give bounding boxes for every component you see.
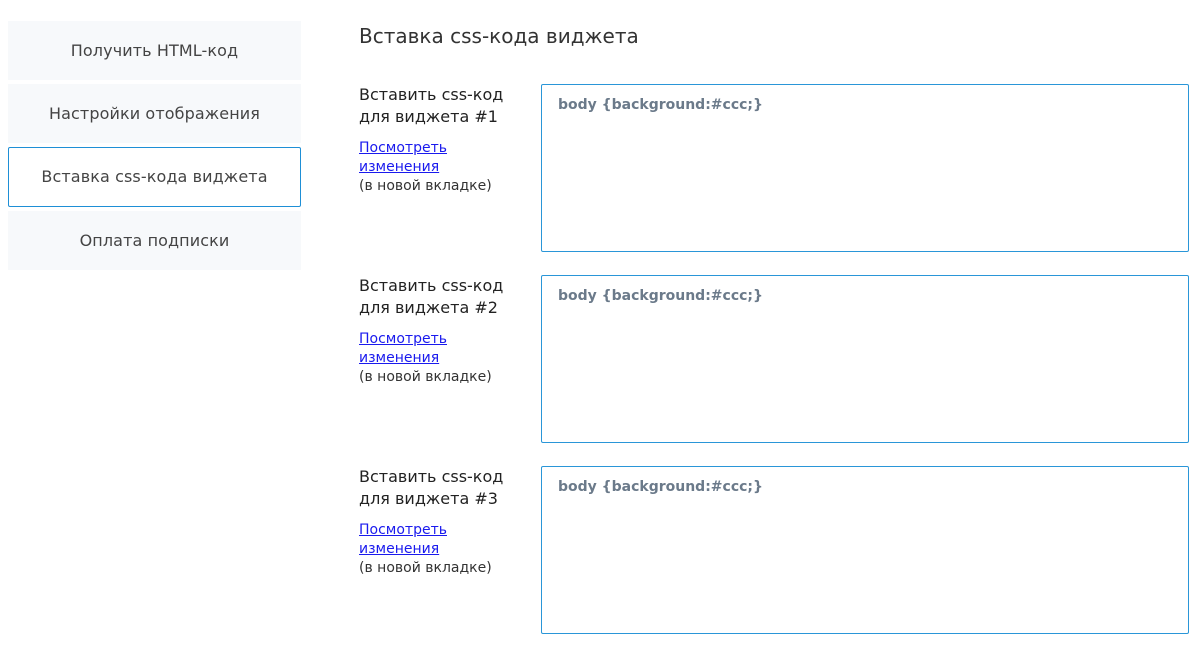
new-tab-note: (в новой вкладке) — [359, 369, 492, 385]
new-tab-note: (в новой вкладке) — [359, 560, 492, 576]
sidebar-item-subscription-payment[interactable]: Оплата подписки — [8, 211, 301, 270]
row-label: Вставить css-код для виджета #1 Посмотре… — [359, 84, 519, 196]
widget-css-row-3: Вставить css-код для виджета #3 Посмотре… — [359, 466, 1189, 634]
sidebar-item-get-html[interactable]: Получить HTML-код — [8, 21, 301, 80]
preview-changes-link[interactable]: Посмотреть изменения — [359, 139, 459, 177]
widget-css-row-2: Вставить css-код для виджета #2 Посмотре… — [359, 275, 1189, 443]
row-label: Вставить css-код для виджета #2 Посмотре… — [359, 275, 519, 387]
widget-css-row-1: Вставить css-код для виджета #1 Посмотре… — [359, 84, 1189, 252]
preview-changes-link[interactable]: Посмотреть изменения — [359, 330, 459, 368]
row-title-line1: Вставить css-код — [359, 276, 504, 295]
sidebar-item-widget-css[interactable]: Вставка css-кода виджета — [8, 147, 301, 207]
row-label: Вставить css-код для виджета #3 Посмотре… — [359, 466, 519, 578]
page-title: Вставка css-кода виджета — [359, 24, 639, 48]
css-code-input-widget-2[interactable]: body {background:#ccc;} — [541, 275, 1189, 443]
sidebar-nav: Получить HTML-код Настройки отображения … — [8, 21, 301, 274]
row-title-line2: для виджета #1 — [359, 107, 498, 126]
css-code-input-widget-3[interactable]: body {background:#ccc;} — [541, 466, 1189, 634]
row-title-line1: Вставить css-код — [359, 467, 504, 486]
sidebar-item-display-settings[interactable]: Настройки отображения — [8, 84, 301, 143]
row-title-line2: для виджета #2 — [359, 298, 498, 317]
new-tab-note: (в новой вкладке) — [359, 178, 492, 194]
row-title-line2: для виджета #3 — [359, 489, 498, 508]
css-code-input-widget-1[interactable]: body {background:#ccc;} — [541, 84, 1189, 252]
preview-changes-link[interactable]: Посмотреть изменения — [359, 521, 459, 559]
row-title-line1: Вставить css-код — [359, 85, 504, 104]
